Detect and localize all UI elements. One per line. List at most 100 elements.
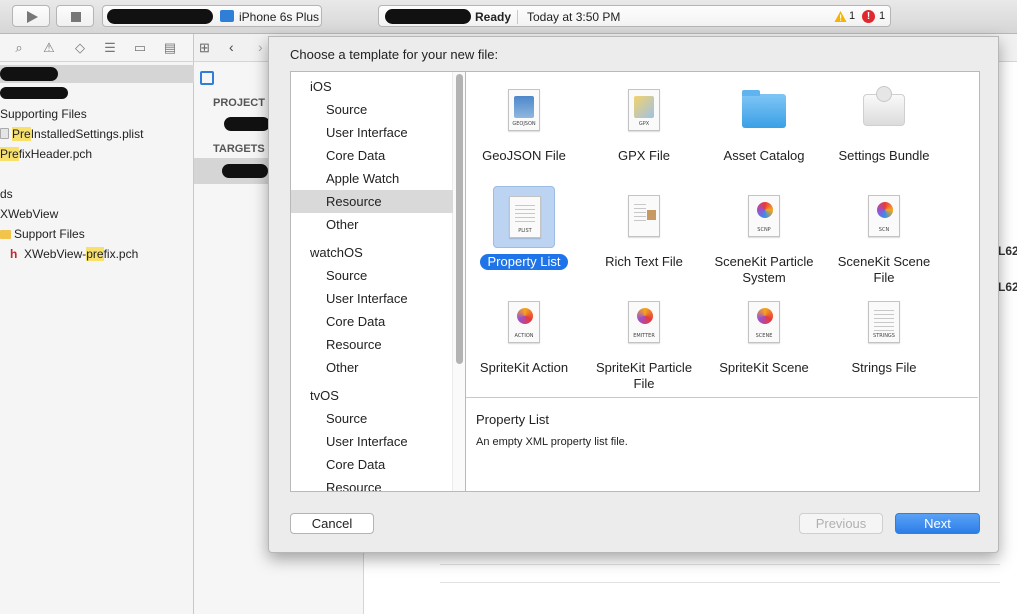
next-button[interactable]: Next xyxy=(895,513,980,534)
category-item[interactable]: Core Data xyxy=(291,144,453,167)
category-item[interactable]: Core Data xyxy=(291,453,453,476)
template-scenekit-particle-system[interactable]: SCNP SceneKit Particle System xyxy=(704,186,824,286)
stop-icon xyxy=(71,12,81,22)
nav-pods-row[interactable]: ds xyxy=(0,185,194,203)
related-items-icon[interactable]: ⊞ xyxy=(199,40,210,56)
redacted-project-item[interactable] xyxy=(224,117,270,131)
run-button[interactable] xyxy=(12,5,50,27)
template-strings-file[interactable]: STRINGS Strings File xyxy=(824,292,944,376)
category-item[interactable]: Resource xyxy=(291,190,453,213)
category-item[interactable]: Resource xyxy=(291,333,453,356)
category-item[interactable]: Core Data xyxy=(291,310,453,333)
category-item[interactable]: Source xyxy=(291,407,453,430)
template-spritekit-action[interactable]: ACTION SpriteKit Action xyxy=(464,292,584,376)
warning-navigator-icon[interactable]: ⚠ xyxy=(41,40,57,56)
template-spritekit-scene[interactable]: SCENE SpriteKit Scene xyxy=(704,292,824,376)
category-item[interactable]: Other xyxy=(291,213,453,236)
divider xyxy=(440,564,1000,565)
nav-label-match: pre xyxy=(86,247,104,261)
error-icon[interactable]: ! xyxy=(862,10,875,23)
nav-label: ds xyxy=(0,187,13,201)
category-platform-header[interactable]: iOS xyxy=(291,75,453,98)
category-item[interactable]: User Interface xyxy=(291,287,453,310)
settings-bundle-icon xyxy=(853,80,915,142)
template-label: Property List xyxy=(479,254,569,270)
project-navigator: ⌕ ⚠ ◇ ☰ ▭ ▤ Supporting Files PreInstalle… xyxy=(0,34,194,614)
template-label: GPX File xyxy=(617,148,670,163)
template-label: SpriteKit Action xyxy=(479,360,569,375)
template-label: Rich Text File xyxy=(605,254,683,269)
forward-icon[interactable]: › xyxy=(258,39,263,55)
report-navigator-icon[interactable]: ▤ xyxy=(162,40,178,56)
template-label: SpriteKit Particle File xyxy=(595,360,693,391)
sidebar-toggle-icon[interactable] xyxy=(200,71,214,85)
cancel-button[interactable]: Cancel xyxy=(290,513,374,534)
spritekit-particle-icon: EMITTER xyxy=(613,292,675,354)
template-geojson-file[interactable]: GEOJSON GeoJSON File xyxy=(464,80,584,164)
redacted-target-name xyxy=(222,164,268,178)
template-label: Strings File xyxy=(851,360,917,375)
folder-icon xyxy=(0,230,11,239)
asset-catalog-icon xyxy=(733,80,795,142)
category-list[interactable]: iOS Source User Interface Core Data Apple Wa… xyxy=(290,71,466,492)
nav-label: XWebView xyxy=(0,207,59,221)
back-icon[interactable]: ‹ xyxy=(229,39,234,55)
template-grid: GEOJSON GeoJSON File GPX GPX File Asset … xyxy=(466,72,978,398)
play-icon xyxy=(27,11,38,23)
activity-status: Ready Today at 3:50 PM 1 ! 1 xyxy=(378,5,891,27)
category-item[interactable]: Source xyxy=(291,264,453,287)
status-divider xyxy=(517,10,518,24)
nav-label-rest: fixHeader.pch xyxy=(18,147,93,161)
nav-settings-plist[interactable]: PreInstalledSettings.plist xyxy=(0,125,194,143)
search-icon[interactable]: ⌕ xyxy=(11,40,27,56)
template-label: SceneKit Scene File xyxy=(837,254,931,285)
template-scenekit-scene-file[interactable]: SCN SceneKit Scene File xyxy=(824,186,944,286)
strings-file-icon: STRINGS xyxy=(853,292,915,354)
template-label: Settings Bundle xyxy=(838,148,930,163)
template-asset-catalog[interactable]: Asset Catalog xyxy=(704,80,824,164)
toolbar: iPhone 6s Plus Ready Today at 3:50 PM 1 … xyxy=(0,0,1017,34)
nav-xwebview-prefix[interactable]: h XWebView-prefix.pch xyxy=(0,245,194,263)
template-rich-text-file[interactable]: Rich Text File xyxy=(584,186,704,270)
category-item[interactable]: User Interface xyxy=(291,430,453,453)
category-platform-header[interactable]: tvOS xyxy=(291,384,453,407)
status-text: Ready xyxy=(475,10,512,24)
redacted-project-row xyxy=(0,67,58,81)
nav-xwebview[interactable]: XWebView xyxy=(0,205,194,223)
category-item[interactable]: Source xyxy=(291,98,453,121)
category-item[interactable]: Apple Watch xyxy=(291,167,453,190)
nav-supporting-files[interactable]: Supporting Files xyxy=(0,105,194,123)
device-label: iPhone 6s Plus xyxy=(239,10,320,24)
targets-header: TARGETS xyxy=(213,143,265,155)
test-navigator-icon[interactable]: ◇ xyxy=(72,40,88,56)
header-file-icon: h xyxy=(10,247,18,261)
category-scrollbar-thumb[interactable] xyxy=(456,74,463,364)
previous-button[interactable]: Previous xyxy=(799,513,883,534)
template-gpx-file[interactable]: GPX GPX File xyxy=(584,80,704,164)
navigator-tabs: ⌕ ⚠ ◇ ☰ ▭ ▤ xyxy=(0,34,194,62)
nav-label-rest: InstalledSettings.plist xyxy=(30,127,144,141)
category-item[interactable]: Resource xyxy=(291,476,453,491)
template-spritekit-particle-file[interactable]: EMITTER SpriteKit Particle File xyxy=(584,292,704,392)
category-item[interactable]: Other xyxy=(291,356,453,379)
nav-support-files[interactable]: Support Files xyxy=(0,225,194,243)
debug-navigator-icon[interactable]: ☰ xyxy=(102,40,118,56)
group-row[interactable] xyxy=(0,84,194,102)
nav-label-match: Pre xyxy=(0,147,19,161)
nav-prefix-header[interactable]: PrefixHeader.pch xyxy=(0,145,194,163)
nav-label-rest: fix.pch xyxy=(103,247,139,261)
redacted-scheme-name xyxy=(107,9,213,24)
breakpoint-navigator-icon[interactable]: ▭ xyxy=(132,40,148,56)
scheme-selector[interactable]: iPhone 6s Plus xyxy=(102,5,322,27)
spritekit-action-icon: ACTION xyxy=(493,292,555,354)
template-settings-bundle[interactable]: Settings Bundle xyxy=(824,80,944,164)
category-platform-header[interactable]: watchOS xyxy=(291,241,453,264)
sheet-title: Choose a template for your new file: xyxy=(290,47,499,62)
project-row[interactable] xyxy=(0,65,194,83)
description-title: Property List xyxy=(476,412,549,427)
stop-button[interactable] xyxy=(56,5,94,27)
category-item[interactable]: User Interface xyxy=(291,121,453,144)
template-property-list[interactable]: PLIST Property List xyxy=(464,186,584,270)
warning-icon[interactable] xyxy=(834,10,847,23)
redacted-group-row xyxy=(0,87,68,99)
